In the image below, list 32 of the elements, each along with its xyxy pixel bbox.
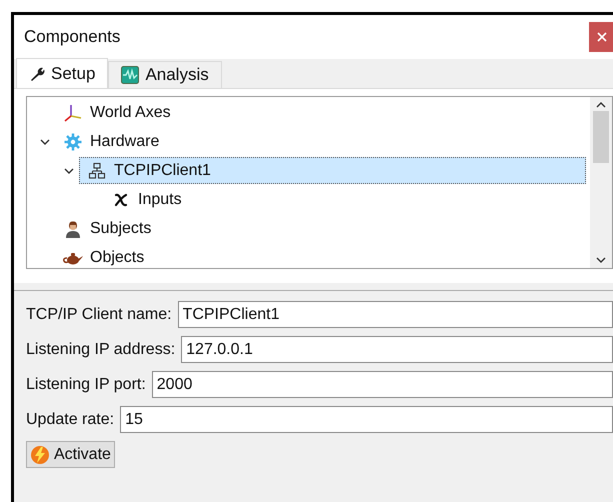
variable-icon xyxy=(113,192,129,206)
tree-item[interactable]: Subjects xyxy=(55,215,152,242)
tree-item[interactable]: World Axes xyxy=(55,99,172,126)
field-label: TCP/IP Client name: xyxy=(26,304,172,324)
axes-icon xyxy=(63,102,83,122)
input-field[interactable]: 2000 xyxy=(152,371,613,398)
field-label: Update rate: xyxy=(26,410,114,430)
wrench-icon xyxy=(29,66,45,82)
person-icon xyxy=(64,220,82,238)
tree-item[interactable]: Objects xyxy=(55,244,146,268)
tree-item[interactable]: Inputs xyxy=(103,186,183,213)
tab[interactable]: Setup xyxy=(16,58,108,88)
window-title: Components xyxy=(24,26,122,48)
input-field[interactable]: TCPIPClient1 xyxy=(178,301,613,328)
lightning-icon xyxy=(30,444,50,464)
scroll-down-icon[interactable] xyxy=(596,256,606,264)
tab[interactable]: Analysis xyxy=(108,61,222,88)
field-label: Listening IP address: xyxy=(26,340,176,360)
field-label: Listening IP port: xyxy=(26,374,146,394)
tree-item[interactable]: Hardware xyxy=(55,128,160,155)
gear-icon xyxy=(64,132,82,150)
close-icon xyxy=(597,32,607,42)
network-icon xyxy=(88,162,106,180)
tree-item[interactable]: TCPIPClient1 xyxy=(79,157,586,184)
scrollbar[interactable] xyxy=(590,97,612,268)
input-field[interactable]: 127.0.0.1 xyxy=(181,336,613,363)
scroll-thumb[interactable] xyxy=(593,111,609,163)
input-field[interactable]: 15 xyxy=(120,406,613,433)
close-button[interactable] xyxy=(589,22,613,52)
activate-button[interactable]: Activate xyxy=(26,441,115,468)
scroll-up-icon[interactable] xyxy=(596,101,606,109)
waveform-icon xyxy=(121,66,140,84)
